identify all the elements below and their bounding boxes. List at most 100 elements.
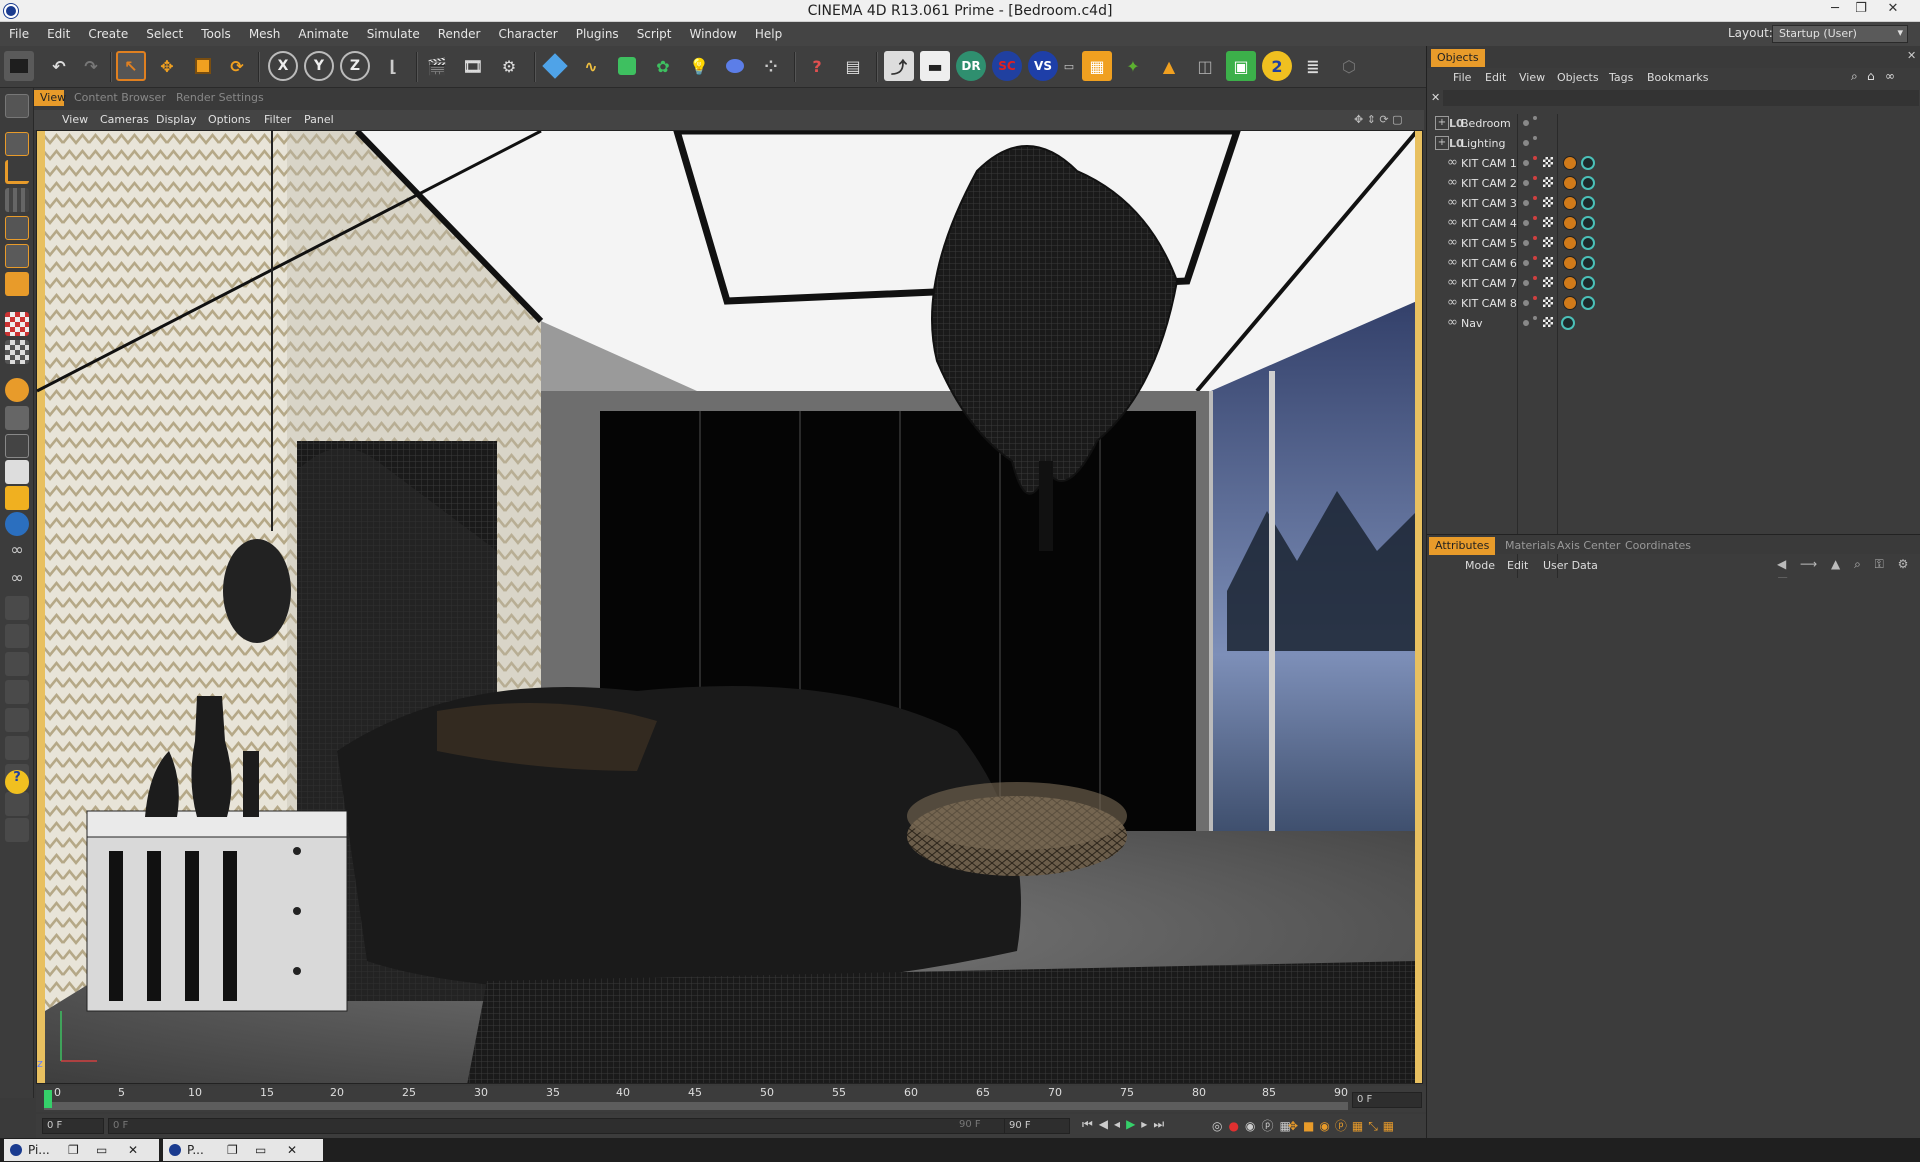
checker-icon[interactable] [5, 312, 29, 336]
visibility-dot[interactable] [1523, 160, 1529, 166]
objects-menu-tags[interactable]: Tags [1609, 71, 1633, 84]
live-select-icon[interactable]: ↖ [116, 51, 146, 81]
protection-tag-icon[interactable] [1563, 236, 1577, 250]
visibility-dot[interactable] [1523, 280, 1529, 286]
brush-icon[interactable] [5, 596, 29, 620]
camera-tag-icon[interactable] [1581, 236, 1595, 250]
protection-tag-icon[interactable] [1563, 256, 1577, 270]
plugin-6-icon[interactable]: ▲ [1154, 51, 1184, 81]
object-row[interactable]: ∞ KIT CAM 2 [1427, 174, 1920, 194]
menu-plugins[interactable]: Plugins [567, 27, 628, 41]
list-3-icon[interactable] [5, 680, 29, 704]
object-mode-icon[interactable] [5, 132, 29, 156]
home-icon[interactable]: ⌂ [1867, 69, 1875, 83]
checker-tag-icon[interactable] [1543, 237, 1553, 247]
tab-attributes[interactable]: Attributes [1429, 537, 1496, 555]
model-mode-icon[interactable] [5, 94, 29, 118]
menu-select[interactable]: Select [137, 27, 192, 41]
attributes-menu-edit[interactable]: Edit [1507, 559, 1528, 572]
checker-tag-icon[interactable] [1543, 277, 1553, 287]
menu-simulate[interactable]: Simulate [358, 27, 429, 41]
checker-tag-icon[interactable] [1543, 317, 1553, 327]
panel-close-icon[interactable]: ✕ [1907, 49, 1916, 62]
taskbar-item[interactable]: P... ❐ ▭ ✕ [163, 1139, 323, 1161]
current-frame-marker[interactable] [44, 1090, 52, 1108]
help-icon[interactable]: ? [802, 51, 832, 81]
tab-render-settings[interactable]: Render Settings [176, 91, 264, 104]
maximize-icon[interactable]: ▭ [96, 1143, 107, 1157]
render-dot[interactable] [1533, 136, 1537, 140]
object-row[interactable]: ∞ KIT CAM 6 [1427, 254, 1920, 274]
plugin-7-icon[interactable]: ◫ [1190, 51, 1220, 81]
particles-icon[interactable]: ⁘ [756, 51, 786, 81]
list-2-icon[interactable] [5, 652, 29, 676]
checker-tag-icon[interactable] [1543, 177, 1553, 187]
start-frame-field[interactable]: 0 F [42, 1118, 104, 1134]
camera-tag-icon[interactable] [1561, 316, 1575, 330]
protection-tag-icon[interactable] [1563, 196, 1577, 210]
clear-filter-icon[interactable]: ✕ [1431, 91, 1440, 104]
object-row[interactable]: ∞ Nav [1427, 314, 1920, 334]
taskbar-item[interactable]: Pi... ❐ ▭ ✕ [4, 1139, 159, 1161]
list-7-icon[interactable] [5, 792, 29, 816]
object-row[interactable]: + L0 Lighting [1427, 134, 1920, 154]
checker-tag-icon[interactable] [1543, 257, 1553, 267]
plugin-9-icon[interactable]: 2 [1262, 51, 1292, 81]
menu-create[interactable]: Create [79, 27, 137, 41]
tab-content-browser[interactable]: Content Browser [74, 91, 166, 104]
menu-animate[interactable]: Animate [289, 27, 357, 41]
keyframe-mode-icons[interactable]: ✥■◉ⓟ▦⤡▦ [1288, 1117, 1399, 1134]
camera-2-icon[interactable]: ∞ [5, 568, 29, 592]
tab-view[interactable]: View [34, 90, 66, 106]
object-row[interactable]: ∞ KIT CAM 7 [1427, 274, 1920, 294]
plugin-11-icon[interactable]: ⬡ [1334, 51, 1364, 81]
rotate-icon[interactable]: ⟳ [222, 51, 252, 81]
viewport-menu-view[interactable]: View [62, 113, 88, 126]
camera-tag-icon[interactable] [1581, 156, 1595, 170]
sc-icon[interactable]: SC [992, 51, 1022, 81]
attributes-menu-mode[interactable]: Mode [1465, 559, 1495, 572]
viewport-menu-filter[interactable]: Filter [264, 113, 291, 126]
tab-axis-center[interactable]: Axis Center [1551, 537, 1626, 555]
tab-objects[interactable]: Objects [1431, 49, 1485, 67]
playback-controls[interactable]: ⏮◀◂▶▸⏭ [1082, 1117, 1170, 1132]
maximize-icon[interactable]: ▭ [255, 1143, 266, 1157]
undo-icon[interactable] [4, 51, 34, 81]
object-row[interactable]: ∞ KIT CAM 4 [1427, 214, 1920, 234]
object-row[interactable]: ∞ KIT CAM 5 [1427, 234, 1920, 254]
minimize-button[interactable]: ─ [1822, 1, 1848, 16]
camera-tag-icon[interactable] [1581, 196, 1595, 210]
visibility-dot[interactable] [1523, 260, 1529, 266]
visibility-dot[interactable] [1523, 180, 1529, 186]
viewport-menu-panel[interactable]: Panel [304, 113, 334, 126]
menu-character[interactable]: Character [489, 27, 566, 41]
checker-tag-icon[interactable] [1543, 197, 1553, 207]
light-icon[interactable]: 💡 [684, 51, 714, 81]
spline-icon[interactable]: ∿ [576, 51, 606, 81]
plugin-3-icon[interactable]: ▭ [1062, 51, 1076, 81]
render-dot[interactable] [1533, 116, 1537, 120]
protection-tag-icon[interactable] [1563, 216, 1577, 230]
visibility-dot[interactable] [1523, 300, 1529, 306]
cube-icon[interactable] [540, 51, 570, 81]
menu-tools[interactable]: Tools [192, 27, 240, 41]
search-icon[interactable]: ⌕ [1851, 69, 1858, 84]
dr-icon[interactable]: DR [956, 51, 986, 81]
y-axis-icon[interactable]: Y [304, 51, 334, 81]
render-dot[interactable] [1533, 176, 1537, 180]
current-frame-field[interactable]: 0 F [1352, 1092, 1422, 1108]
protection-tag-icon[interactable] [1563, 296, 1577, 310]
timeline-track[interactable] [44, 1102, 1348, 1110]
menu-edit[interactable]: Edit [38, 27, 79, 41]
render-view-icon[interactable]: 🎬 [422, 51, 452, 81]
camera-tag-icon[interactable] [1581, 276, 1595, 290]
menu-script[interactable]: Script [628, 27, 681, 41]
list-1-icon[interactable] [5, 624, 29, 648]
camera-tag-icon[interactable] [1581, 216, 1595, 230]
viewport-menu-options[interactable]: Options [208, 113, 250, 126]
tweak-icon[interactable] [5, 512, 29, 536]
plugin-1-icon[interactable]: ⤴ [884, 51, 914, 81]
timeline-ruler[interactable]: 0 5 10 15 20 25 30 35 40 45 50 55 60 65 … [36, 1086, 1426, 1112]
deformer-icon[interactable] [720, 51, 750, 81]
checker-tag-icon[interactable] [1543, 157, 1553, 167]
